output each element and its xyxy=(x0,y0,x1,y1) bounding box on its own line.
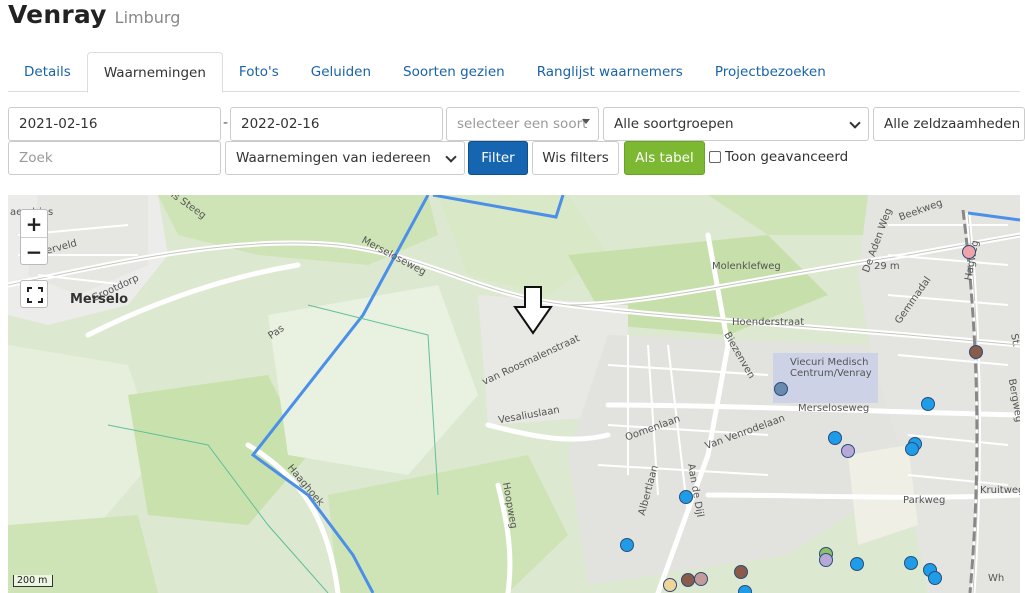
tab-bar: Details Waarnemingen Foto's Geluiden Soo… xyxy=(8,52,1020,93)
page-subtitle: Limburg xyxy=(114,8,181,27)
observations-scope-value: Waarnemingen van iedereen xyxy=(236,150,431,166)
tab-fotos[interactable]: Foto's xyxy=(223,52,295,92)
scale-bar: 200 m xyxy=(13,575,53,587)
street-label: St. xyxy=(1008,332,1020,349)
observation-marker[interactable] xyxy=(841,444,855,458)
rarity-select[interactable]: Alle zeldzaamheden xyxy=(873,107,1025,141)
date-from-input[interactable]: 2021-02-16 xyxy=(8,107,221,141)
observation-marker[interactable] xyxy=(828,431,842,445)
hospital-label: Viecuri Medisch Centrum/Venray xyxy=(790,357,872,379)
species-group-value: Alle soortgroepen xyxy=(614,116,734,132)
species-group-select[interactable]: Alle soortgroepen xyxy=(603,107,869,141)
rarity-value: Alle zeldzaamheden xyxy=(884,116,1021,132)
chevron-down-icon xyxy=(445,151,457,163)
advanced-label: Toon geavanceerd xyxy=(725,149,849,165)
tab-geluiden[interactable]: Geluiden xyxy=(295,52,387,92)
tab-projectbezoeken[interactable]: Projectbezoeken xyxy=(699,52,842,92)
observation-marker[interactable] xyxy=(679,490,693,504)
map-view[interactable]: Merselo Merseloseweg Molenklefweg Hoende… xyxy=(8,195,1020,593)
search-input[interactable]: Zoek xyxy=(8,141,221,175)
observation-marker[interactable] xyxy=(774,382,788,396)
observation-marker[interactable] xyxy=(681,573,695,587)
observation-marker[interactable] xyxy=(663,578,677,592)
fullscreen-button[interactable] xyxy=(20,280,48,308)
date-to-input[interactable]: 2022-02-16 xyxy=(230,107,443,141)
tab-waarnemingen[interactable]: Waarnemingen xyxy=(86,52,223,93)
street-label: Hoenderstraat xyxy=(732,317,805,328)
tab-details[interactable]: Details xyxy=(8,52,87,92)
elevation-label: 29 m xyxy=(874,261,900,272)
observation-marker[interactable] xyxy=(962,245,976,259)
observations-scope-select[interactable]: Waarnemingen van iedereen xyxy=(225,141,465,175)
page-title: Venray xyxy=(8,0,107,29)
tab-ranglijst-waarnemers[interactable]: Ranglijst waarnemers xyxy=(521,52,699,92)
street-label: Parkweg xyxy=(903,495,946,506)
observation-marker[interactable] xyxy=(921,397,935,411)
caret-down-icon xyxy=(582,119,590,124)
observation-marker[interactable] xyxy=(620,538,634,552)
street-label: Molenklefweg xyxy=(712,261,781,272)
street-label: Merseloseweg xyxy=(798,403,870,414)
species-select[interactable]: selecteer een soort xyxy=(446,107,599,141)
page-header: Venray Limburg xyxy=(8,0,180,40)
clear-filters-button[interactable]: Wis filters xyxy=(532,141,619,175)
filter-button[interactable]: Filter xyxy=(468,141,528,175)
date-separator: - xyxy=(223,115,229,131)
observation-marker[interactable] xyxy=(904,556,918,570)
advanced-checkbox[interactable] xyxy=(709,151,721,163)
observation-marker[interactable] xyxy=(969,345,983,359)
chevron-down-icon xyxy=(849,117,861,129)
fullscreen-icon xyxy=(27,287,43,303)
observation-marker[interactable] xyxy=(734,565,748,579)
advanced-toggle[interactable]: Toon geavanceerd xyxy=(709,149,848,165)
observation-marker[interactable] xyxy=(905,442,919,456)
as-table-button[interactable]: Als tabel xyxy=(624,141,705,175)
observation-marker[interactable] xyxy=(819,553,833,567)
tab-soorten-gezien[interactable]: Soorten gezien xyxy=(387,52,521,92)
street-label: Kruitweg xyxy=(980,485,1020,496)
street-label: Wh xyxy=(988,573,1005,584)
zoom-control: + − xyxy=(20,209,48,265)
zoom-in-button[interactable]: + xyxy=(21,210,47,238)
observation-marker[interactable] xyxy=(928,571,942,585)
zoom-out-button[interactable]: − xyxy=(21,238,47,266)
observation-marker[interactable] xyxy=(850,557,864,571)
observation-marker[interactable] xyxy=(694,572,708,586)
observation-marker[interactable] xyxy=(738,585,752,593)
species-select-placeholder: selecteer een soort xyxy=(457,116,588,132)
